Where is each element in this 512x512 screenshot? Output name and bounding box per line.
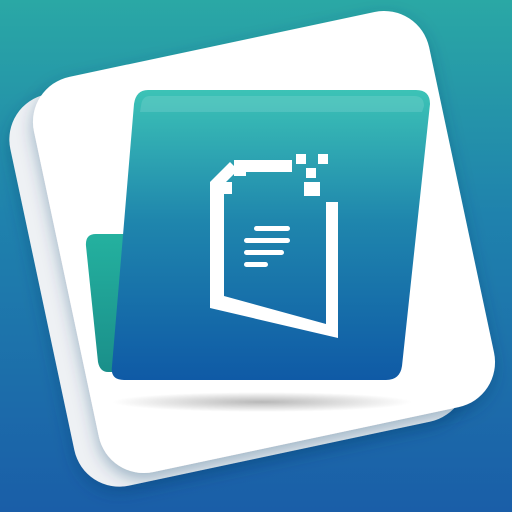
folder-shadow <box>112 392 412 412</box>
sparkle-dot <box>296 154 306 164</box>
sparkle-dot <box>318 154 328 164</box>
text-line <box>244 238 290 243</box>
text-line <box>244 262 268 267</box>
app-icon <box>0 0 512 512</box>
text-line <box>244 250 284 255</box>
sparkle-dot <box>306 168 316 178</box>
document-folder-icon <box>9 10 496 487</box>
sparkle-dot <box>304 182 320 196</box>
folder-front <box>111 90 430 380</box>
text-line <box>254 226 290 231</box>
